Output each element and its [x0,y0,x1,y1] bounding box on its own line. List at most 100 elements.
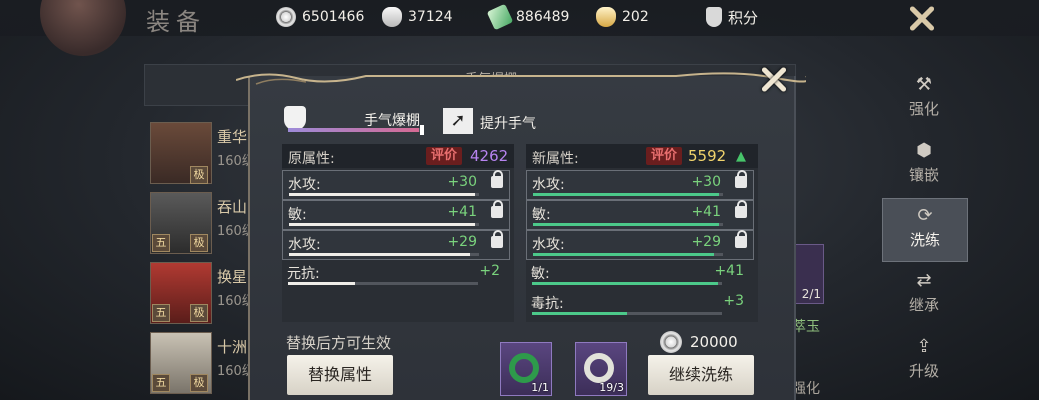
attribute-bar-track [532,282,722,285]
continue-refine-button[interactable]: 继续洗练 [648,355,754,395]
lock-icon[interactable] [735,200,747,218]
attribute-bar-track [289,193,479,196]
material-count: 2/1 [801,287,821,301]
resource-jade: 886489 [486,3,569,31]
attribute-bar-track [532,312,722,315]
attribute-bar-fill [289,223,476,226]
attribute-name: 水攻: [288,237,321,253]
jade-icon [486,3,514,31]
sidebar-item-refine[interactable]: ⟳ 洗练 [882,198,968,262]
sidebar-item-label: 强化 [908,100,939,118]
attribute-row: 水攻: +29 [526,230,754,260]
new-attributes-title: 新属性: [532,151,579,167]
gem-icon: ⬢ [916,140,932,161]
lock-icon[interactable] [491,230,503,248]
new-score: 5592 [688,147,727,165]
attribute-bar-fill [533,253,714,256]
new-attributes-panel: 新属性: 评价 5592 ▲ 水攻: +30 敏: +41 水攻: +29 敏: +41 毒抗:… [526,144,758,322]
attribute-row: 敏: +41 [282,200,510,230]
attribute-value: +2 [479,263,500,279]
replace-attributes-button[interactable]: 替换属性 [287,355,393,395]
attribute-bar-fill [532,282,719,285]
quality-badge: 极 [190,166,208,184]
sidebar-item-inherit[interactable]: ⇄ 继承 [882,264,966,326]
cloud-border-decoration [236,72,806,85]
attribute-bar-fill [533,223,720,226]
material-slot-jade[interactable]: 1/1 [500,342,552,396]
sidebar-item-upgrade[interactable]: ⇪ 升级 [882,330,966,392]
attribute-bar-track [533,223,723,226]
luck-bar-fill [288,128,419,132]
attribute-value: +29 [691,234,721,250]
material-count: 19/3 [599,381,624,394]
points-button[interactable]: 积分 [706,6,758,28]
attribute-bar-track [289,253,479,256]
attribute-row: 水攻: +30 [282,170,510,200]
sidebar-item-strengthen[interactable]: ⚒ 强化 [882,68,966,130]
luck-bar-marker [420,125,424,135]
material-count: 1/1 [531,381,549,394]
refine-icon: ⟳ [917,205,933,226]
raise-luck-button[interactable]: ➚ [443,108,473,134]
attribute-bar-track [533,253,723,256]
attribute-bar-fill [533,193,720,196]
sidebar: ⚒ 强化 ⬢ 镶嵌 ⟳ 洗练 ⇄ 继承 ⇪ 升级 [882,68,968,400]
luck-bar-track [288,128,423,132]
attribute-row: 敏: +41 [526,260,754,288]
gold-ingot-icon [596,7,616,27]
points-shield-icon [706,7,722,27]
attribute-value: +3 [723,293,744,309]
resource-value: 202 [622,9,649,25]
hammer-icon: ⚒ [915,74,933,95]
resource-gold-ingot: 202 [596,6,649,28]
sidebar-item-inlay[interactable]: ⬢ 镶嵌 [882,134,966,196]
raise-luck-label[interactable]: 提升手气 [480,113,536,133]
silver-coin-icon [276,7,296,27]
attribute-bar-track [533,193,723,196]
moon-decoration [40,0,126,56]
resource-value: 6501466 [302,9,365,25]
attribute-bar-fill [532,312,627,315]
attribute-bar-track [288,282,478,285]
attribute-row: 元抗: +2 [282,260,510,288]
attribute-row: 敏: +41 [526,200,754,230]
close-page-icon[interactable] [900,0,944,40]
material-slot-white-jade[interactable]: 19/3 [575,342,627,396]
equipment-name: 换星 [217,268,248,286]
attribute-row: 毒抗: +3 [526,290,754,318]
rating-seal: 评价 [646,147,682,165]
grade-badge: 五 [152,374,170,392]
close-dialog-icon[interactable] [756,62,792,98]
quality-badge: 极 [190,304,208,322]
sidebar-item-label: 升级 [908,362,939,380]
old-attributes-header: 原属性: 评价 4262 [282,144,514,168]
replace-hint: 替换后方可生效 [286,334,392,352]
lock-icon[interactable] [491,170,503,188]
page-title: 装备 [146,8,206,36]
white-jade-ring-icon [584,353,614,383]
attribute-name: 敏: [532,207,551,223]
old-attributes-title: 原属性: [288,151,335,167]
sidebar-item-label: 洗练 [909,231,940,249]
points-label: 积分 [728,8,759,27]
luck-mask-icon [284,106,306,130]
attribute-name: 毒抗: [531,296,564,312]
equipment-name: 吞山 [217,198,248,216]
quality-badge: 极 [190,374,208,392]
lock-icon[interactable] [491,200,503,218]
attribute-value: +41 [447,204,477,220]
attribute-bar-fill [289,253,470,256]
old-score: 4262 [470,147,509,165]
attribute-value: +41 [691,204,721,220]
attribute-name: 水攻: [288,177,321,193]
green-jade-ring-icon [509,353,539,383]
attribute-bar-fill [288,282,355,285]
material-name: 萃玉 [792,319,820,335]
lock-icon[interactable] [735,230,747,248]
attribute-name: 水攻: [532,177,565,193]
lock-icon[interactable] [735,170,747,188]
attribute-name: 元抗: [287,266,320,282]
luck-label: 手气爆棚 [364,113,420,129]
attribute-row: 水攻: +29 [282,230,510,260]
attribute-value: +41 [714,263,744,279]
